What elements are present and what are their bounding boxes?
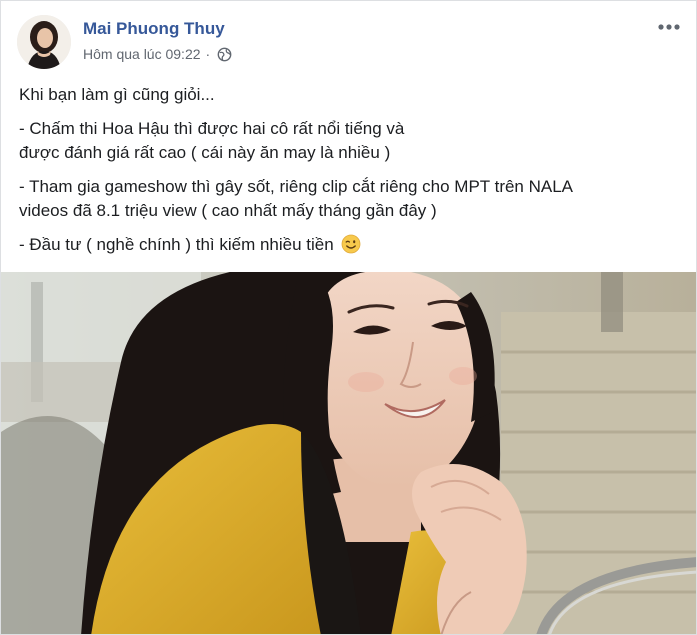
- post-line: Khi bạn làm gì cũng giỏi...: [19, 85, 215, 104]
- post-photo[interactable]: [1, 272, 696, 634]
- post-paragraph: - Tham gia gameshow thì gây sốt, riêng c…: [19, 175, 679, 223]
- post-meta: Hôm qua lúc 09:22 ·: [83, 46, 232, 62]
- post-line: videos đã 8.1 triệu view ( cao nhất mấy …: [19, 201, 437, 220]
- post-paragraph: - Chấm thi Hoa Hậu thì được hai cô rất n…: [19, 117, 679, 165]
- post-line: - Đầu tư ( nghề chính ) thì kiếm nhiều t…: [19, 235, 334, 254]
- post-paragraph: Khi bạn làm gì cũng giỏi...: [19, 83, 679, 107]
- post-text: Khi bạn làm gì cũng giỏi... - Chấm thi H…: [19, 83, 679, 267]
- post-line: - Tham gia gameshow thì gây sốt, riêng c…: [19, 177, 574, 196]
- more-options-button[interactable]: [654, 15, 684, 39]
- ellipsis-icon: [658, 24, 680, 30]
- facebook-post: Mai Phuong Thuy Hôm qua lúc 09:22 · Khi …: [0, 0, 697, 635]
- post-header: Mai Phuong Thuy Hôm qua lúc 09:22 ·: [1, 1, 696, 77]
- post-timestamp[interactable]: Hôm qua lúc 09:22: [83, 46, 201, 62]
- photo-woman-yellow-jacket: [1, 272, 696, 634]
- post-line: được đánh giá rất cao ( cái này ăn may l…: [19, 143, 391, 162]
- post-line: - Chấm thi Hoa Hậu thì được hai cô rất n…: [19, 119, 405, 138]
- author-name[interactable]: Mai Phuong Thuy: [83, 19, 225, 39]
- post-paragraph: - Đầu tư ( nghề chính ) thì kiếm nhiều t…: [19, 233, 679, 257]
- author-avatar[interactable]: [17, 15, 71, 69]
- winking-face-icon: [341, 234, 361, 254]
- globe-icon[interactable]: [217, 47, 232, 62]
- avatar-image: [17, 15, 71, 69]
- meta-separator: ·: [205, 46, 211, 62]
